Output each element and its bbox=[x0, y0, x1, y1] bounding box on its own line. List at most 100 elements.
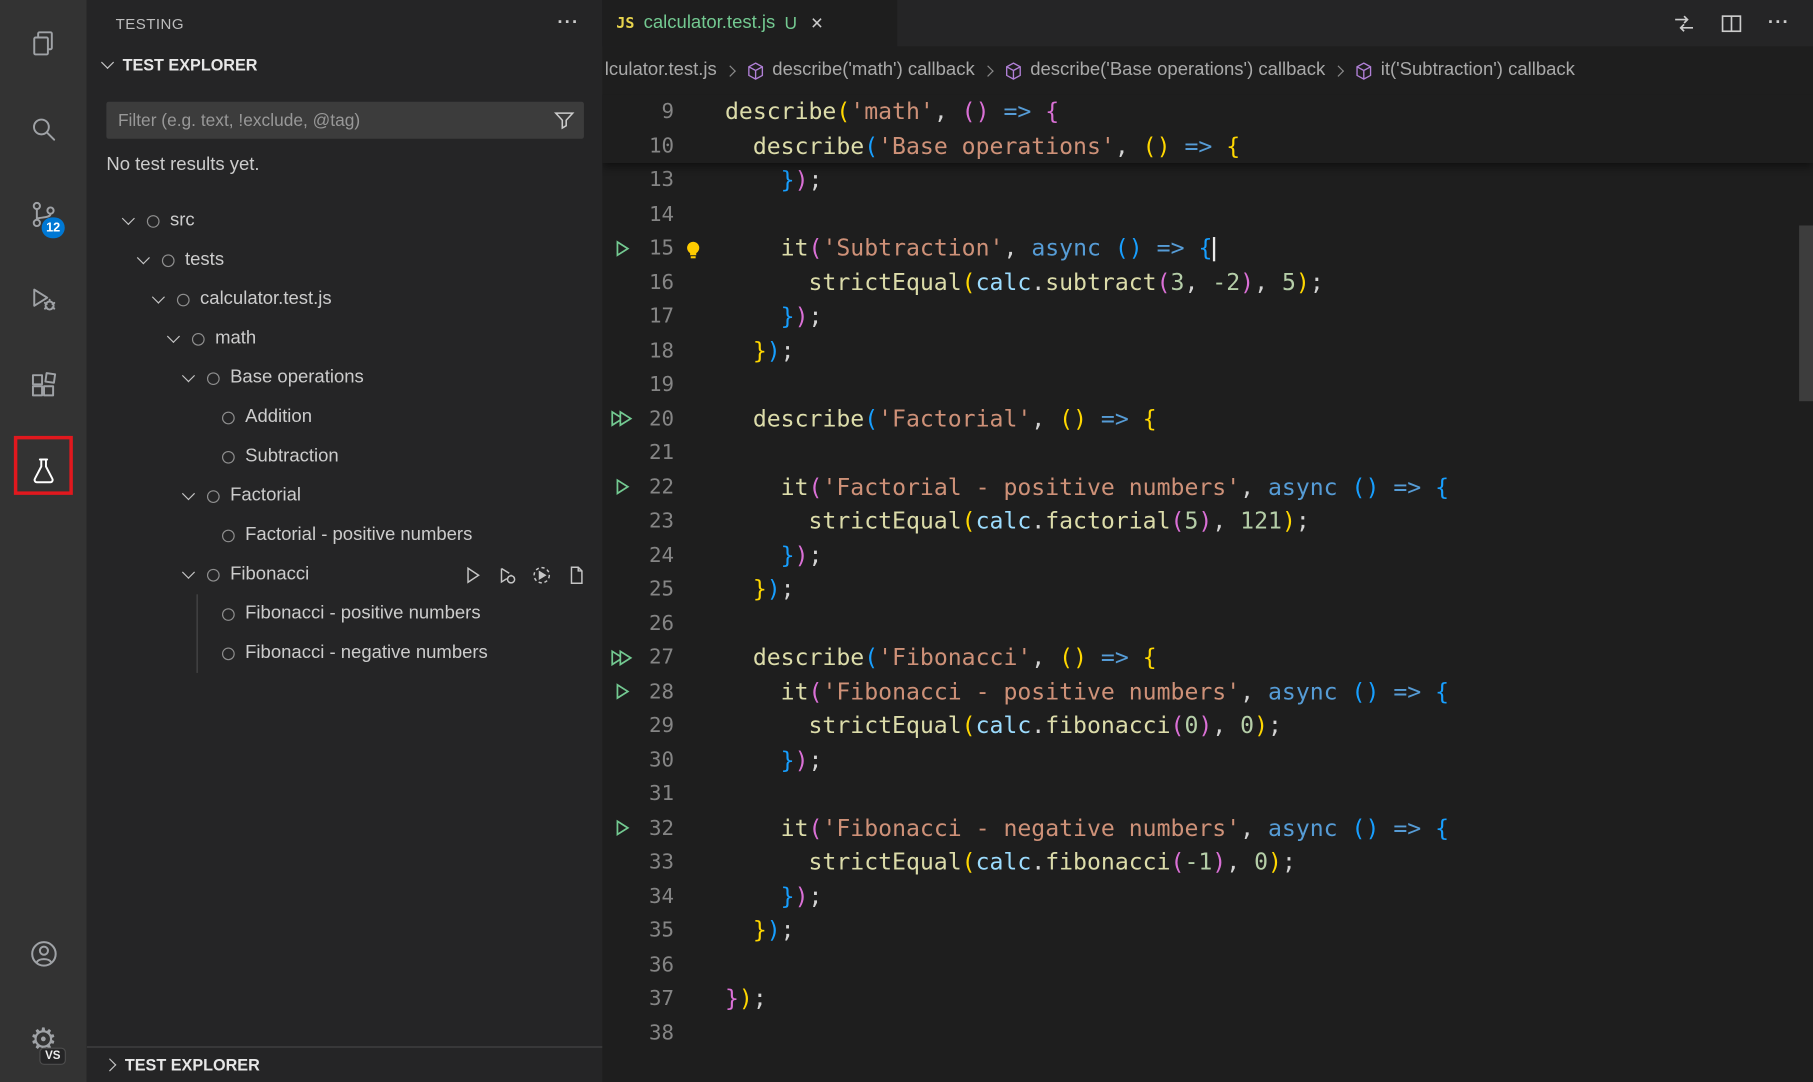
tree-item-label: Factorial bbox=[230, 486, 301, 507]
lightbulb-icon[interactable] bbox=[683, 238, 703, 266]
code-line-18: 18 }); bbox=[602, 334, 1813, 368]
line-decorations bbox=[674, 129, 725, 163]
tree-item-base-operations[interactable]: Base operations bbox=[87, 358, 603, 397]
tree-item-math[interactable]: math bbox=[87, 319, 603, 358]
code-text: it('Fibonacci - negative numbers', async… bbox=[725, 811, 1449, 845]
run-with-coverage-icon[interactable] bbox=[532, 565, 552, 585]
source-control-badge: 12 bbox=[42, 217, 65, 238]
tree-item-src[interactable]: src bbox=[87, 201, 603, 240]
views-more-actions-icon[interactable]: ··· bbox=[557, 14, 579, 33]
breadcrumb-item-1[interactable]: describe('math') callback bbox=[746, 60, 975, 81]
tree-item-addition[interactable]: Addition bbox=[87, 398, 603, 437]
test-state-icon bbox=[222, 529, 235, 542]
run-suite-icon[interactable] bbox=[609, 648, 636, 667]
line-number: 25 bbox=[642, 577, 674, 601]
code-text: }); bbox=[725, 743, 822, 777]
line-decorations bbox=[674, 368, 725, 402]
activitybar-explorer[interactable] bbox=[0, 0, 87, 86]
line-number: 22 bbox=[642, 475, 674, 499]
run-gutter bbox=[602, 410, 641, 429]
section-test-explorer[interactable]: TEST EXPLORER bbox=[87, 46, 603, 83]
line-number: 17 bbox=[642, 304, 674, 328]
breadcrumb-label: lculator.test.js bbox=[605, 60, 717, 81]
line-number: 32 bbox=[642, 816, 674, 840]
more-actions-icon[interactable]: ··· bbox=[1768, 14, 1790, 33]
chevron-down-icon bbox=[122, 212, 135, 225]
line-decorations bbox=[674, 402, 725, 436]
tree-item-tests[interactable]: tests bbox=[87, 241, 603, 280]
tree-item-factorial-positive-numbers[interactable]: Factorial - positive numbers bbox=[87, 516, 603, 555]
run-test-icon[interactable] bbox=[613, 682, 632, 701]
activitybar-testing[interactable] bbox=[0, 428, 87, 514]
line-number: 36 bbox=[642, 952, 674, 976]
symbol-cube-icon bbox=[746, 61, 766, 81]
chevron-wrap bbox=[177, 494, 207, 499]
activitybar-run-and-debug[interactable] bbox=[0, 257, 87, 343]
settings-badge: VS bbox=[39, 1048, 66, 1065]
section-test-explorer-collapsed[interactable]: TEST EXPLORER bbox=[87, 1046, 603, 1082]
line-number: 23 bbox=[642, 509, 674, 533]
tree-item-fibonacci[interactable]: Fibonacci bbox=[87, 555, 603, 594]
line-decorations bbox=[674, 913, 725, 947]
code-line-22: 22 it('Factorial - positive numbers', as… bbox=[602, 470, 1813, 504]
tree-item-fibonacci-negative-numbers[interactable]: Fibonacci - negative numbers bbox=[87, 634, 603, 673]
code-line-19: 19 bbox=[602, 368, 1813, 402]
tree-item-label: src bbox=[170, 210, 195, 231]
tree-item-label: Addition bbox=[245, 407, 312, 428]
code-line-20: 20 describe('Factorial', () => { bbox=[602, 402, 1813, 436]
breadcrumb-item-3[interactable]: it('Subtraction') callback bbox=[1354, 60, 1575, 81]
code-area[interactable]: 9describe('math', () => {10 describe('Ba… bbox=[602, 95, 1813, 1082]
code-text: it('Factorial - positive numbers', async… bbox=[725, 470, 1449, 504]
activitybar-search[interactable] bbox=[0, 86, 87, 172]
line-decorations bbox=[674, 606, 725, 640]
chevron-down-icon bbox=[182, 369, 195, 382]
filter-input[interactable] bbox=[106, 102, 584, 139]
line-decorations bbox=[674, 675, 725, 709]
run-test-icon[interactable] bbox=[463, 565, 483, 585]
test-state-icon bbox=[147, 214, 160, 227]
breadcrumb-item-2[interactable]: describe('Base operations') callback bbox=[1004, 60, 1326, 81]
tree-item-fibonacci-positive-numbers[interactable]: Fibonacci - positive numbers bbox=[87, 594, 603, 633]
line-number: 34 bbox=[642, 884, 674, 908]
tree-item-calculator-test-js[interactable]: calculator.test.js bbox=[87, 280, 603, 319]
close-icon[interactable]: × bbox=[811, 13, 823, 34]
section-label: TEST EXPLORER bbox=[123, 56, 258, 75]
filter-icon[interactable] bbox=[554, 110, 575, 137]
activitybar-settings[interactable]: ⚙VS bbox=[0, 997, 87, 1082]
symbol-cube-icon bbox=[1354, 61, 1374, 81]
line-number: 16 bbox=[642, 270, 674, 294]
run-test-icon[interactable] bbox=[613, 239, 632, 258]
activitybar-source-control[interactable]: 12 bbox=[0, 171, 87, 257]
code-line-25: 25 }); bbox=[602, 572, 1813, 606]
scrollbar-slider[interactable] bbox=[1799, 225, 1813, 401]
line-number: 28 bbox=[642, 680, 674, 704]
editor-group: JS calculator.test.js U × ··· lculator.t… bbox=[602, 0, 1813, 1082]
chevron-wrap bbox=[117, 219, 147, 224]
run-test-icon[interactable] bbox=[613, 478, 632, 497]
go-to-test-icon[interactable] bbox=[567, 565, 587, 585]
activitybar-extensions[interactable] bbox=[0, 342, 87, 428]
activitybar-accounts[interactable] bbox=[0, 911, 87, 997]
chevron-down-icon bbox=[137, 251, 150, 264]
run-suite-icon[interactable] bbox=[609, 410, 636, 429]
code-text: }); bbox=[725, 879, 822, 913]
tree-item-subtraction[interactable]: Subtraction bbox=[87, 437, 603, 476]
chevron-right-icon bbox=[103, 1058, 116, 1071]
breadcrumb-item-0[interactable]: lculator.test.js bbox=[605, 60, 717, 81]
split-editor-icon[interactable] bbox=[1721, 12, 1743, 34]
code-text: }); bbox=[725, 982, 767, 1016]
tab-calculator-test-js[interactable]: JS calculator.test.js U × bbox=[602, 0, 897, 46]
code-text: describe('Base operations', () => { bbox=[725, 129, 1240, 163]
tree-item-factorial[interactable]: Factorial bbox=[87, 476, 603, 515]
debug-test-icon[interactable] bbox=[497, 565, 517, 585]
run-gutter bbox=[602, 478, 641, 497]
open-changes-icon[interactable] bbox=[1673, 12, 1695, 34]
code-text: }); bbox=[725, 538, 822, 572]
line-decorations bbox=[674, 470, 725, 504]
line-decorations bbox=[674, 879, 725, 913]
sidebar-title-row: TESTING ··· bbox=[87, 0, 603, 46]
test-state-icon bbox=[177, 293, 190, 306]
editor-scrollbar[interactable] bbox=[1799, 95, 1813, 1082]
run-test-icon[interactable] bbox=[613, 819, 632, 838]
code-line-24: 24 }); bbox=[602, 538, 1813, 572]
